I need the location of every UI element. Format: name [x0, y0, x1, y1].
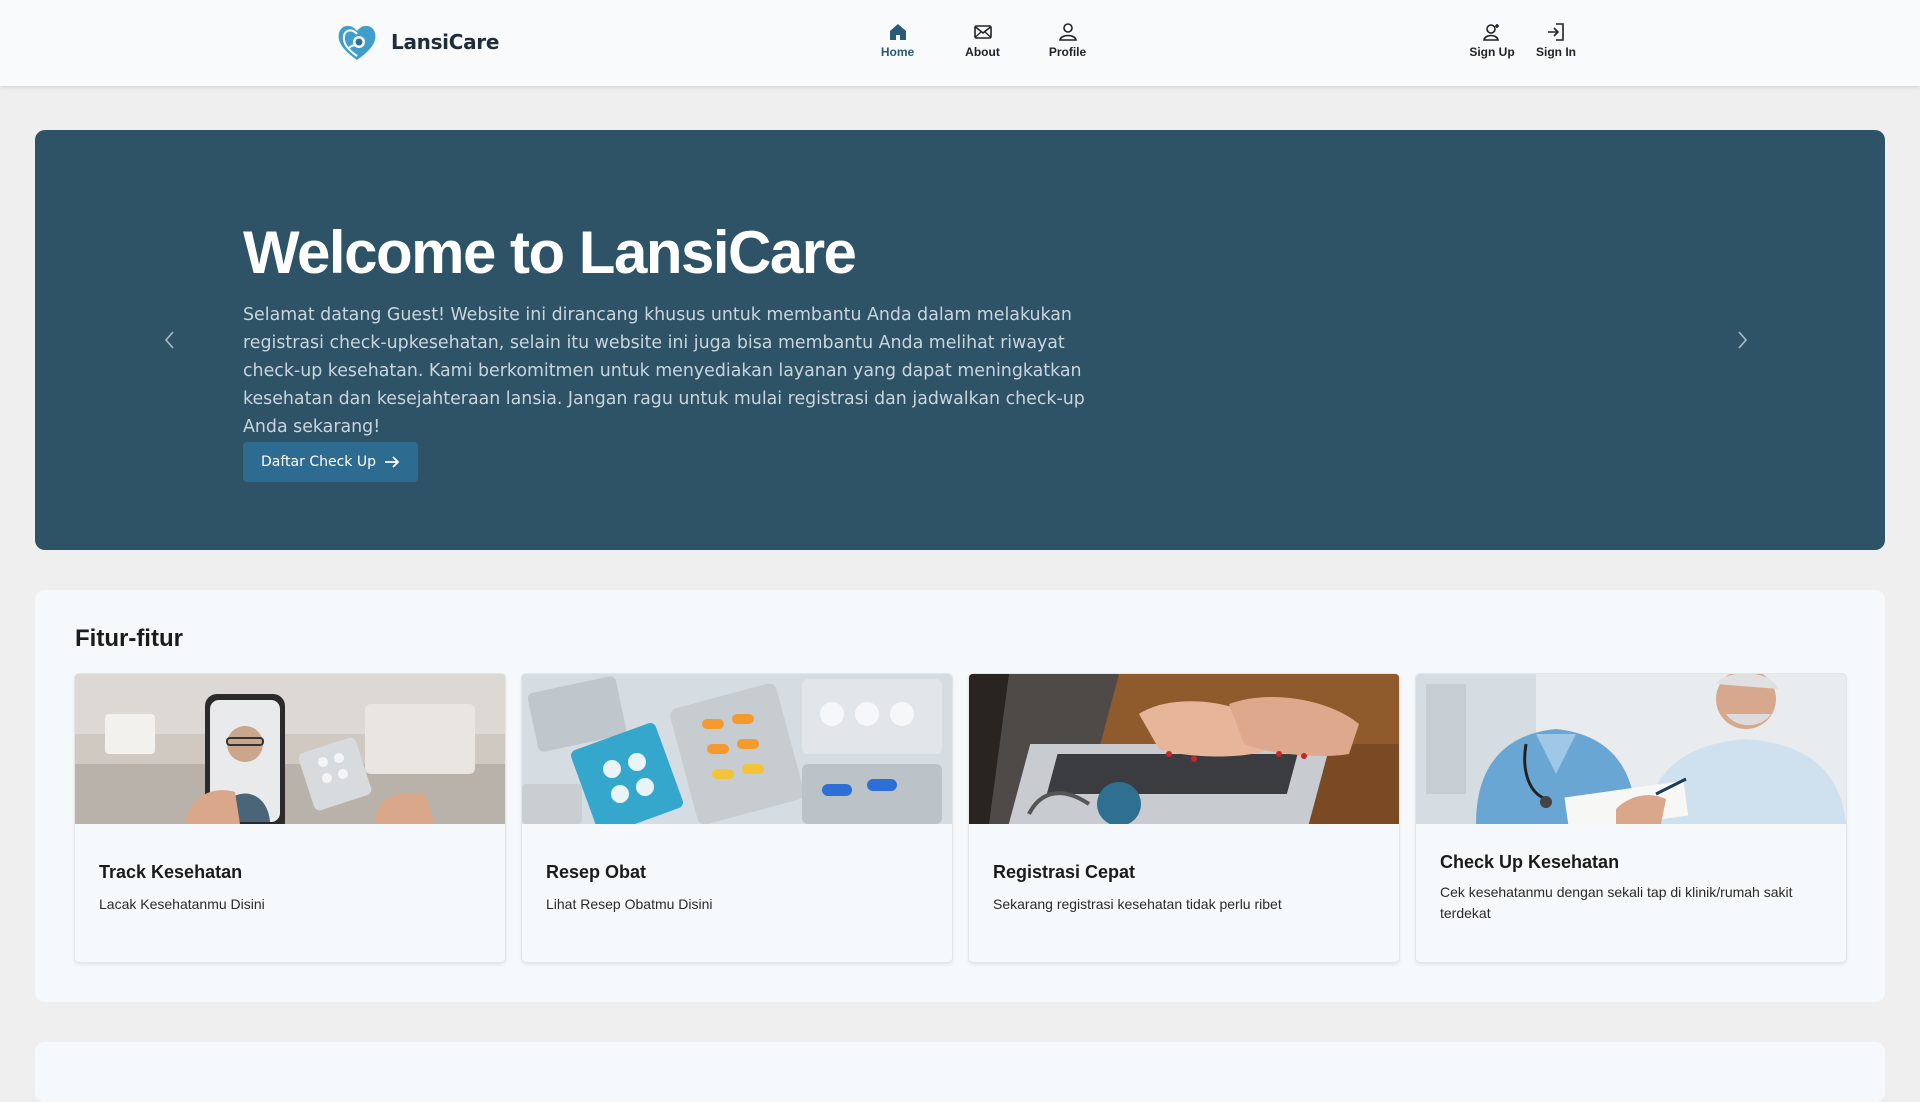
laptop-typing-photo	[969, 674, 1399, 824]
nav-home-label: Home	[880, 45, 915, 59]
register-checkup-label: Daftar Check Up	[261, 454, 376, 470]
home-icon	[889, 24, 906, 40]
arrow-right-icon	[384, 456, 400, 468]
auth-nav: Sign Up Sign In	[1460, 22, 1588, 59]
feature-card-description: Lihat Resep Obatmu Disini	[546, 896, 713, 912]
chevron-right-icon	[1738, 331, 1748, 349]
hero-carousel: Welcome to LansiCare Selamat datang Gues…	[35, 130, 1885, 550]
carousel-next-button[interactable]	[1722, 320, 1762, 360]
feature-card-registration[interactable]: Registrasi Cepat Sekarang registrasi kes…	[969, 674, 1399, 962]
nav-sign-in-label: Sign In	[1536, 45, 1576, 59]
feature-card-prescription[interactable]: Resep Obat Lihat Resep Obatmu Disini	[522, 674, 952, 962]
nav-profile[interactable]: Profile	[1025, 22, 1110, 59]
next-section-panel	[35, 1042, 1885, 1102]
hero-title: Welcome to LansiCare	[243, 219, 857, 286]
feature-card-title: Registrasi Cepat	[993, 862, 1136, 882]
feature-card-track[interactable]: Track Kesehatan Lacak Kesehatanmu Disini	[75, 674, 505, 962]
features-title: Fitur-fitur	[75, 625, 183, 652]
feature-card-title: Check Up Kesehatan	[1440, 852, 1620, 872]
nav-sign-up-label: Sign Up	[1469, 45, 1515, 59]
carousel-prev-button[interactable]	[150, 320, 190, 360]
features-section: Fitur-fitur Track Kesehatan Lacak Keseha…	[35, 590, 1885, 1002]
hero-description: Selamat datang Guest! Website ini diranc…	[243, 305, 1085, 437]
register-checkup-button[interactable]: Daftar Check Up	[243, 442, 418, 482]
chevron-left-icon	[164, 331, 174, 349]
nav-about-label: About	[965, 45, 1000, 59]
nav-about[interactable]: About	[940, 22, 1025, 59]
nav-home[interactable]: Home	[855, 22, 940, 59]
doctor-patient-photo	[1416, 674, 1846, 824]
medicine-pills-photo	[522, 674, 952, 824]
brand-name: LansiCare	[391, 30, 500, 54]
top-navbar: LansiCare Home About Profile Sign Up Sig…	[0, 0, 1920, 86]
feature-card-title: Track Kesehatan	[99, 862, 243, 882]
main-nav: Home About Profile	[855, 22, 1110, 59]
nav-profile-label: Profile	[1048, 45, 1087, 59]
telemedicine-photo	[75, 674, 505, 824]
nav-sign-in[interactable]: Sign In	[1524, 22, 1588, 59]
lansicare-logo-icon	[338, 25, 376, 60]
feature-card-checkup[interactable]: Check Up Kesehatan Cek kesehatanmu denga…	[1416, 674, 1846, 962]
person-plus-icon	[1483, 24, 1499, 41]
feature-card-title: Resep Obat	[546, 862, 647, 882]
brand-logo-link[interactable]: LansiCare	[335, 22, 499, 62]
feature-card-description: Cek kesehatanmu dengan sekali tap di kli…	[1440, 884, 1793, 921]
feature-card-description: Lacak Kesehatanmu Disini	[99, 896, 265, 912]
person-icon	[1058, 23, 1077, 41]
feature-card-description: Sekarang registrasi kesehatan tidak perl…	[993, 896, 1282, 912]
nav-sign-up[interactable]: Sign Up	[1460, 22, 1524, 59]
envelope-icon	[973, 25, 992, 39]
sign-in-icon	[1548, 23, 1564, 41]
